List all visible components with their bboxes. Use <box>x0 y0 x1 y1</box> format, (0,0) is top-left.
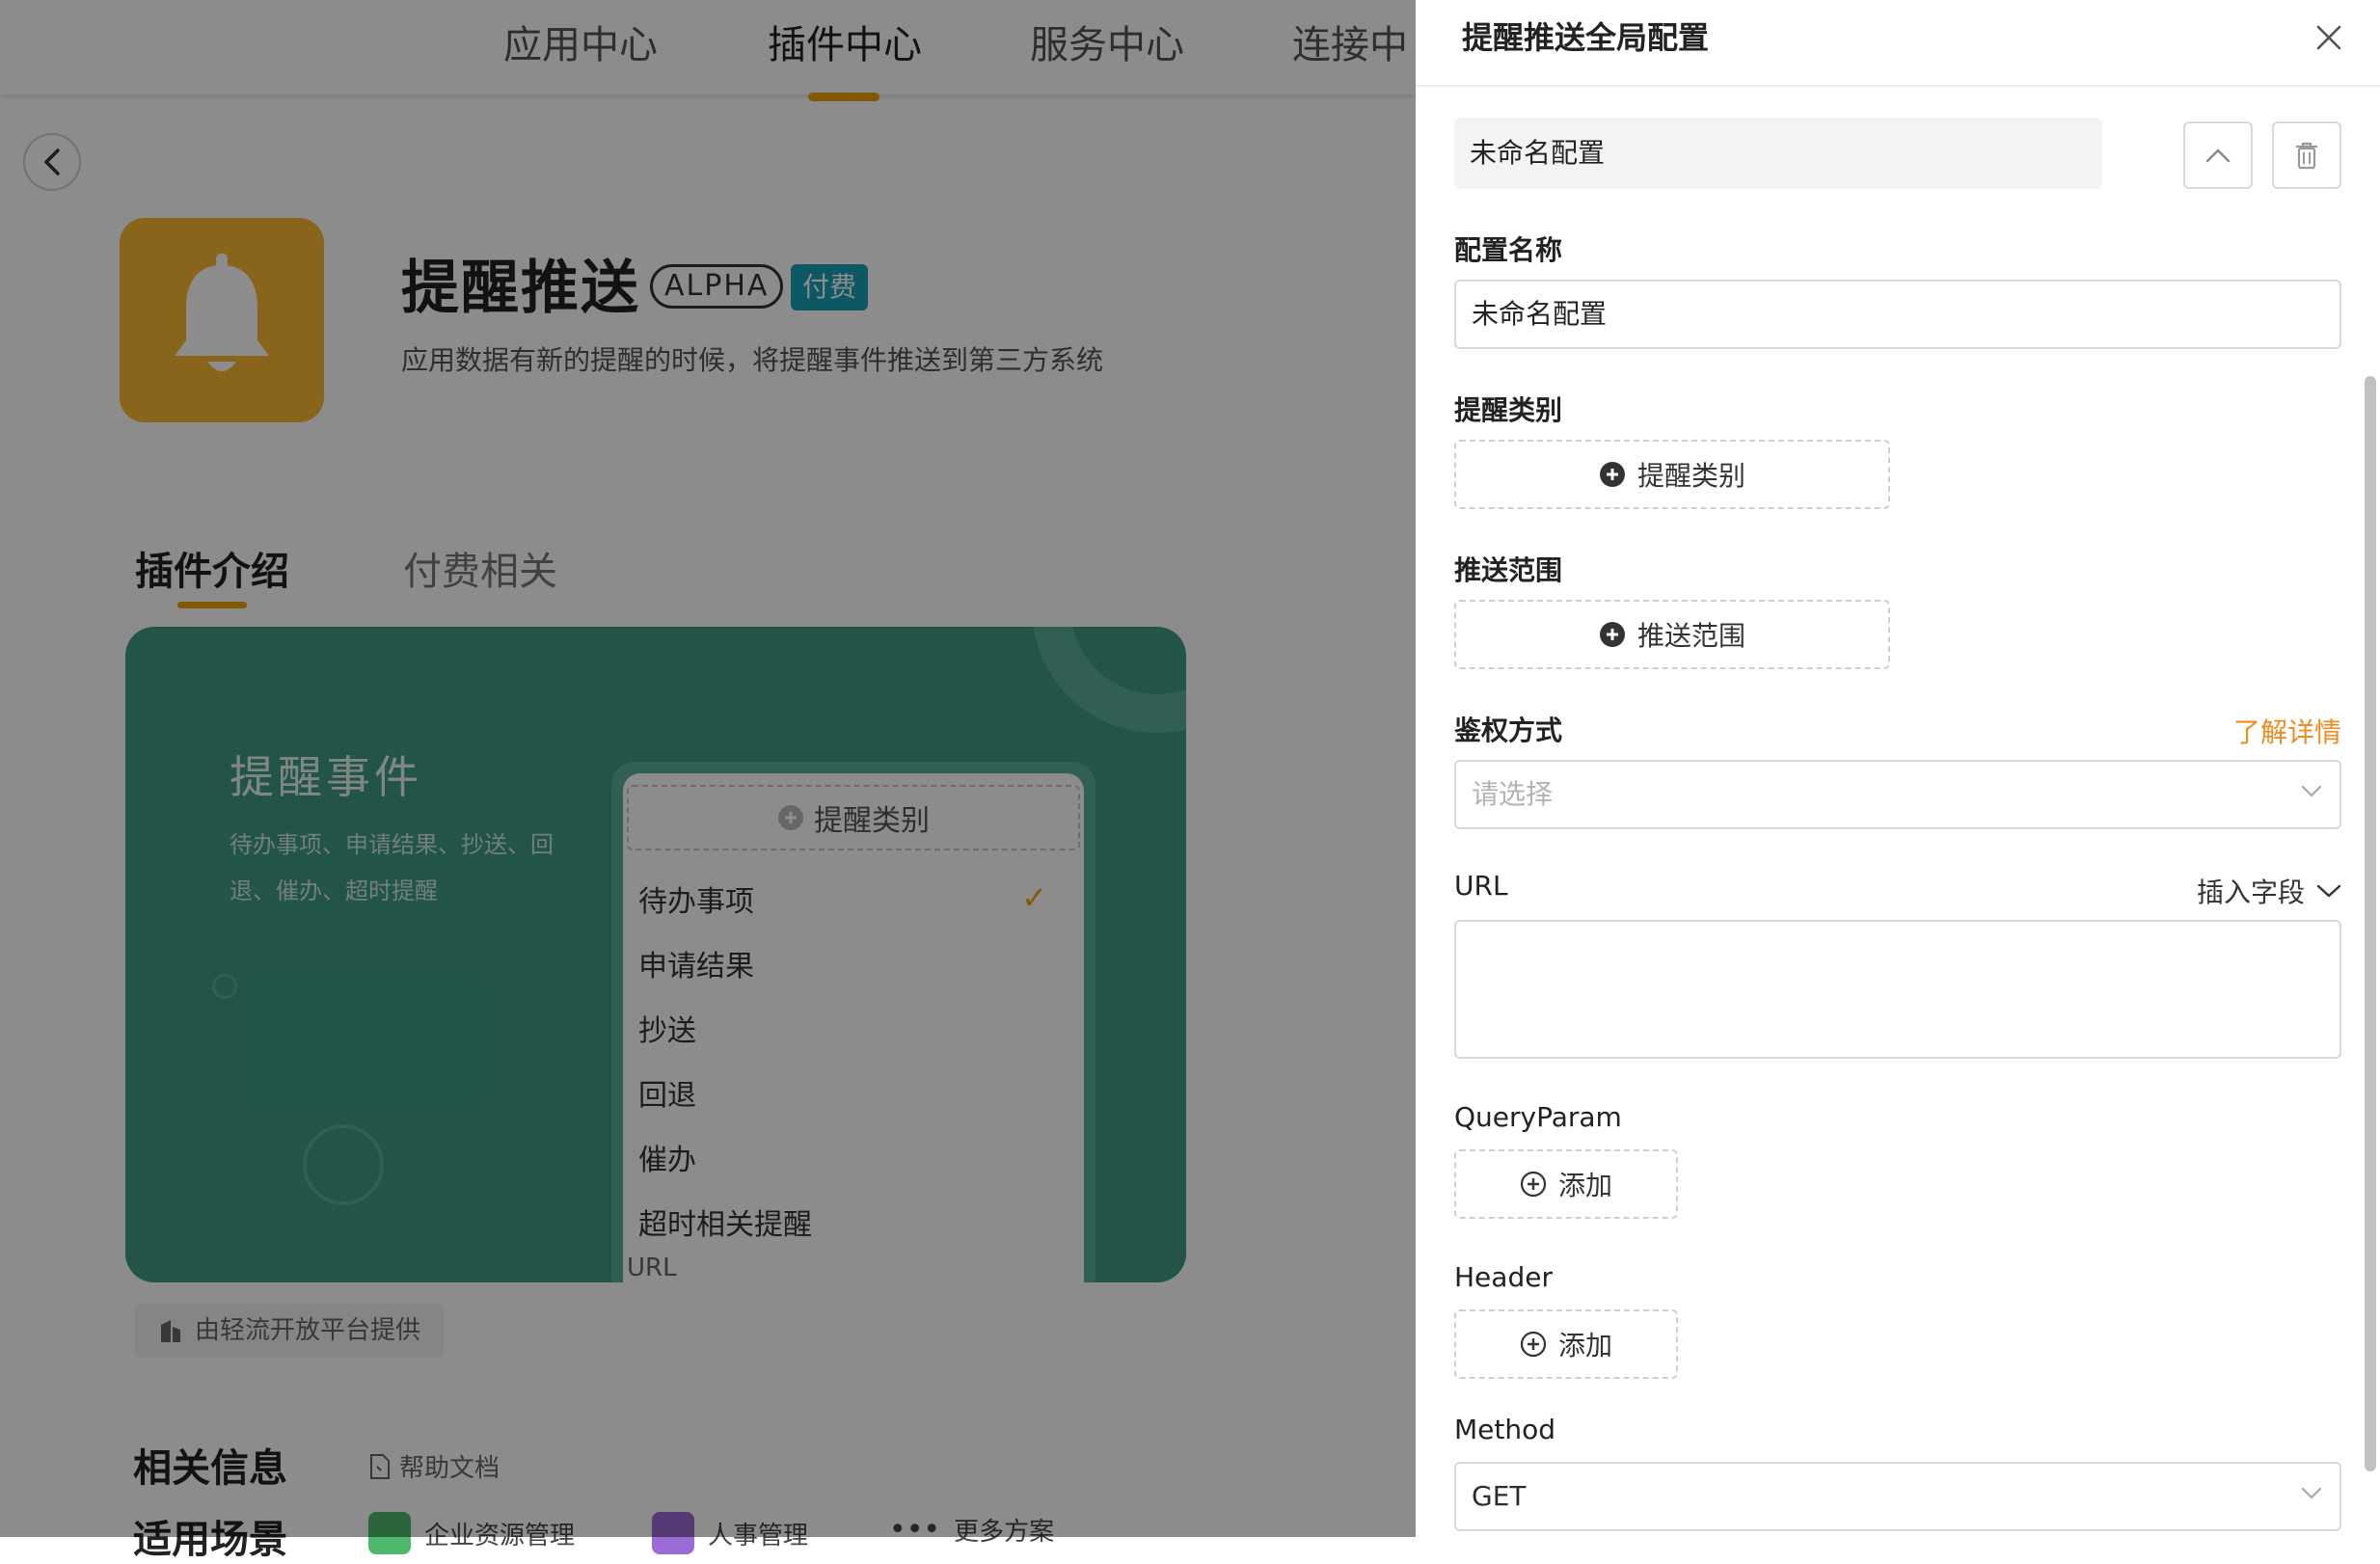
add-push-scope-button[interactable]: 推送范围 <box>1454 600 1890 669</box>
chevron-down-icon <box>2301 1487 2322 1499</box>
plus-circle-outline-icon <box>1520 1331 1547 1358</box>
method-label: Method <box>1454 1414 1556 1445</box>
modal-mask[interactable] <box>0 0 1416 1537</box>
config-drawer: 提醒推送全局配置 未命名配置 配置名称 未命名配置 提醒类别 提醒类别 推送范围… <box>1416 0 2380 1537</box>
delete-button[interactable] <box>2272 121 2341 189</box>
auth-select-placeholder: 请选择 <box>1472 778 1554 810</box>
chevron-down-icon <box>2301 785 2322 797</box>
plus-circle-outline-icon <box>1520 1171 1547 1198</box>
config-name-input[interactable]: 未命名配置 <box>1454 280 2341 349</box>
chevron-down-icon <box>2316 884 2341 898</box>
collapse-button[interactable] <box>2183 121 2253 189</box>
add-query-param-button[interactable]: 添加 <box>1454 1149 1678 1219</box>
auth-label: 鉴权方式 <box>1454 715 1563 746</box>
add-header-button[interactable]: 添加 <box>1454 1309 1678 1379</box>
auth-select[interactable]: 请选择 <box>1454 760 2341 829</box>
method-select-value: GET <box>1472 1480 1527 1512</box>
remind-type-label: 提醒类别 <box>1454 394 1563 426</box>
push-scope-label: 推送范围 <box>1454 554 1563 586</box>
close-button[interactable] <box>2305 13 2353 62</box>
header-label: Header <box>1454 1261 1553 1293</box>
url-textarea[interactable] <box>1454 920 2341 1059</box>
config-item-bar[interactable]: 未命名配置 <box>1454 118 2102 189</box>
chevron-up-icon <box>2205 148 2231 163</box>
plus-circle-icon <box>1599 622 1625 647</box>
method-select[interactable]: GET <box>1454 1462 2341 1531</box>
trash-icon <box>2296 142 2317 170</box>
learn-more-link[interactable]: 了解详情 <box>2233 712 2341 750</box>
url-label: URL <box>1454 870 1508 902</box>
drawer-scrollbar[interactable] <box>2365 376 2376 1471</box>
drawer-header: 提醒推送全局配置 <box>1416 0 2380 87</box>
config-name-label: 配置名称 <box>1454 234 1563 266</box>
insert-field-dropdown[interactable]: 插入字段 <box>2197 872 2341 910</box>
plus-circle-icon <box>1599 462 1625 487</box>
close-icon <box>2316 25 2341 50</box>
add-remind-type-button[interactable]: 提醒类别 <box>1454 440 1890 509</box>
drawer-title: 提醒推送全局配置 <box>1462 19 1710 56</box>
query-param-label: QueryParam <box>1454 1101 1622 1133</box>
